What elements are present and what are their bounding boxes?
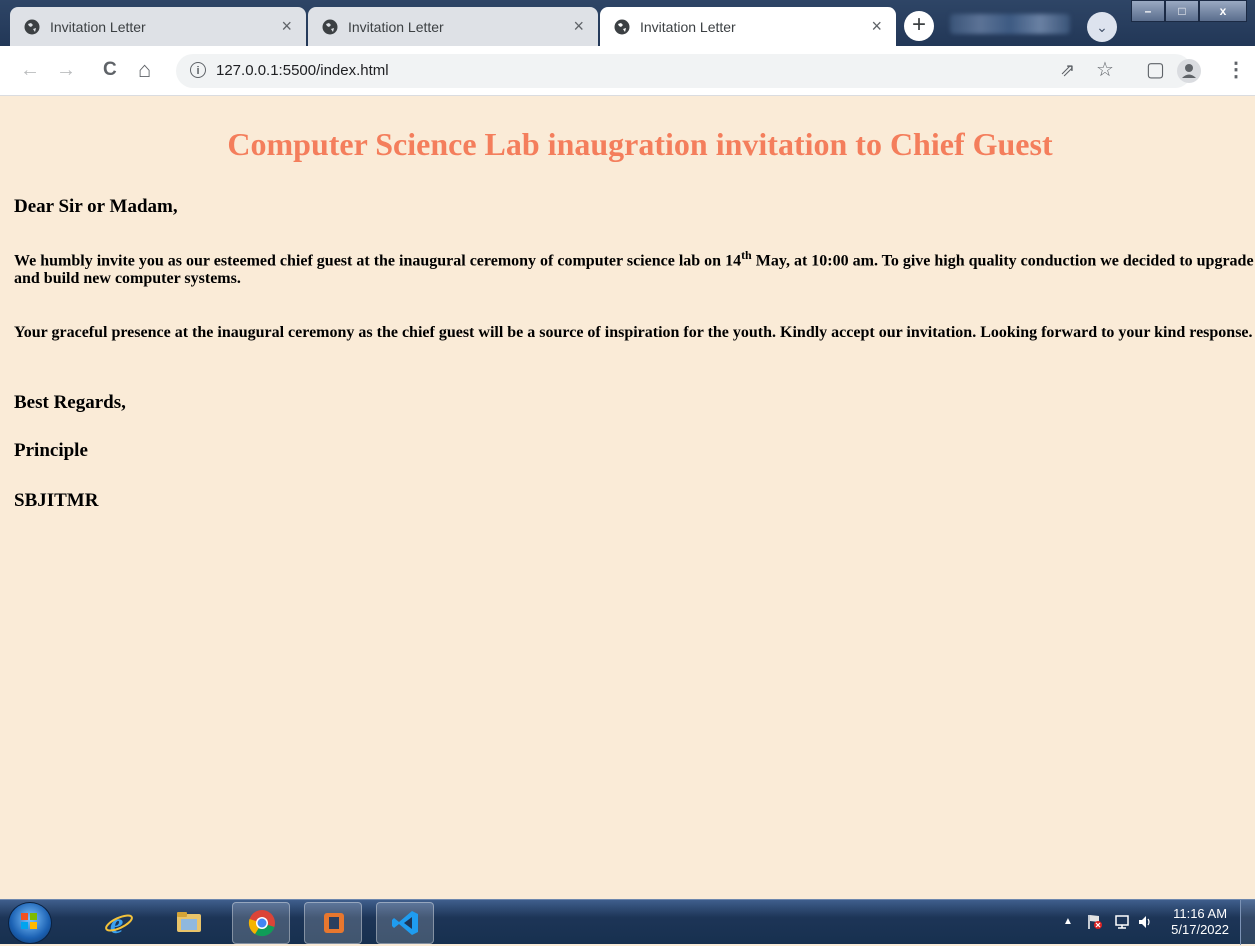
tray-expand-icon[interactable]: ▲	[1063, 916, 1073, 927]
action-center-flag-icon[interactable]	[1087, 913, 1103, 931]
closing: Best Regards,	[14, 392, 126, 413]
vscode-icon	[392, 911, 418, 935]
signature-org: SBJITMR	[14, 490, 99, 511]
side-panel-icon[interactable]: ▢	[1146, 58, 1165, 82]
clock[interactable]: 11:16 AM 5/17/2022	[1171, 906, 1229, 938]
browser-tab-2[interactable]: Invitation Letter ×	[308, 7, 598, 46]
tab-title: Invitation Letter	[640, 18, 736, 35]
minimize-button[interactable]: –	[1131, 0, 1165, 22]
show-desktop-button[interactable]	[1240, 900, 1255, 945]
maximize-button[interactable]: □	[1165, 0, 1199, 22]
letter-title: Computer Science Lab inaugration invitat…	[227, 126, 1053, 162]
date-superscript: th	[741, 248, 752, 262]
close-icon[interactable]: ×	[281, 17, 292, 35]
person-icon	[1182, 64, 1196, 78]
salutation: Dear Sir or Madam,	[14, 196, 178, 217]
paragraph-invitation-start: We humbly invite you as our esteemed chi…	[14, 252, 742, 270]
taskbar-media-app[interactable]	[304, 902, 362, 944]
close-icon[interactable]: ×	[871, 17, 882, 35]
forward-arrow-icon[interactable]: →	[56, 58, 76, 82]
share-icon[interactable]: ⇗	[1060, 58, 1075, 82]
taskbar-vscode[interactable]	[376, 902, 434, 944]
window-close-button[interactable]: x	[1199, 0, 1247, 22]
chrome-icon	[248, 910, 275, 937]
folder-icon	[177, 912, 201, 932]
window-controls: – □ x	[1131, 0, 1247, 22]
bookmark-star-icon[interactable]: ☆	[1096, 58, 1114, 82]
globe-icon	[614, 19, 630, 34]
taskbar-chrome[interactable]	[232, 902, 290, 944]
profile-avatar-icon[interactable]	[1177, 59, 1201, 83]
address-bar[interactable]: i 127.0.0.1:5500/index.html	[176, 54, 1192, 88]
internet-explorer-icon: e	[105, 907, 133, 937]
clock-date: 5/17/2022	[1171, 922, 1229, 937]
paragraph-invitation: We humbly invite you as our esteemed chi…	[14, 246, 1254, 288]
network-icon[interactable]	[1113, 913, 1131, 931]
menu-dots-icon[interactable]: ⋮	[1226, 58, 1246, 82]
tab-search-chevron-icon[interactable]: ⌄	[1087, 12, 1117, 42]
paragraph-presence: Your graceful presence at the inaugural …	[14, 324, 1253, 341]
browser-titlebar: Invitation Letter × Invitation Letter × …	[0, 0, 1255, 46]
back-arrow-icon[interactable]: ←	[20, 58, 40, 82]
new-tab-button[interactable]: +	[904, 11, 934, 41]
globe-icon	[322, 19, 338, 34]
tab-title: Invitation Letter	[348, 18, 444, 35]
site-info-icon[interactable]: i	[190, 62, 206, 78]
windows-logo-icon	[21, 913, 37, 929]
speaker-icon[interactable]	[1137, 913, 1155, 931]
clock-time: 11:16 AM	[1173, 906, 1228, 921]
browser-toolbar: ← → C ⌂ i 127.0.0.1:5500/index.html ⇗ ☆ …	[0, 46, 1255, 96]
taskbar-file-explorer[interactable]	[160, 902, 218, 944]
system-tray: ▲ 11:16 AM 5/17/2022	[1025, 900, 1255, 945]
home-icon[interactable]: ⌂	[138, 58, 151, 82]
signature-role: Principle	[14, 440, 88, 461]
close-icon[interactable]: ×	[573, 17, 584, 35]
tab-title: Invitation Letter	[50, 18, 146, 35]
taskbar-internet-explorer[interactable]: e	[90, 902, 148, 944]
start-button[interactable]	[8, 902, 52, 944]
globe-icon	[24, 19, 40, 34]
blurred-region	[950, 14, 1070, 34]
reload-icon[interactable]: C	[103, 58, 117, 82]
taskbar: e ▲ 11:16 AM 5/17/2022	[0, 899, 1255, 945]
browser-tab-3-active[interactable]: Invitation Letter ×	[600, 7, 896, 46]
url-text[interactable]: 127.0.0.1:5500/index.html	[216, 62, 389, 79]
browser-tab-1[interactable]: Invitation Letter ×	[10, 7, 306, 46]
page-content: Computer Science Lab inaugration invitat…	[0, 96, 1255, 899]
media-player-icon	[324, 913, 344, 933]
